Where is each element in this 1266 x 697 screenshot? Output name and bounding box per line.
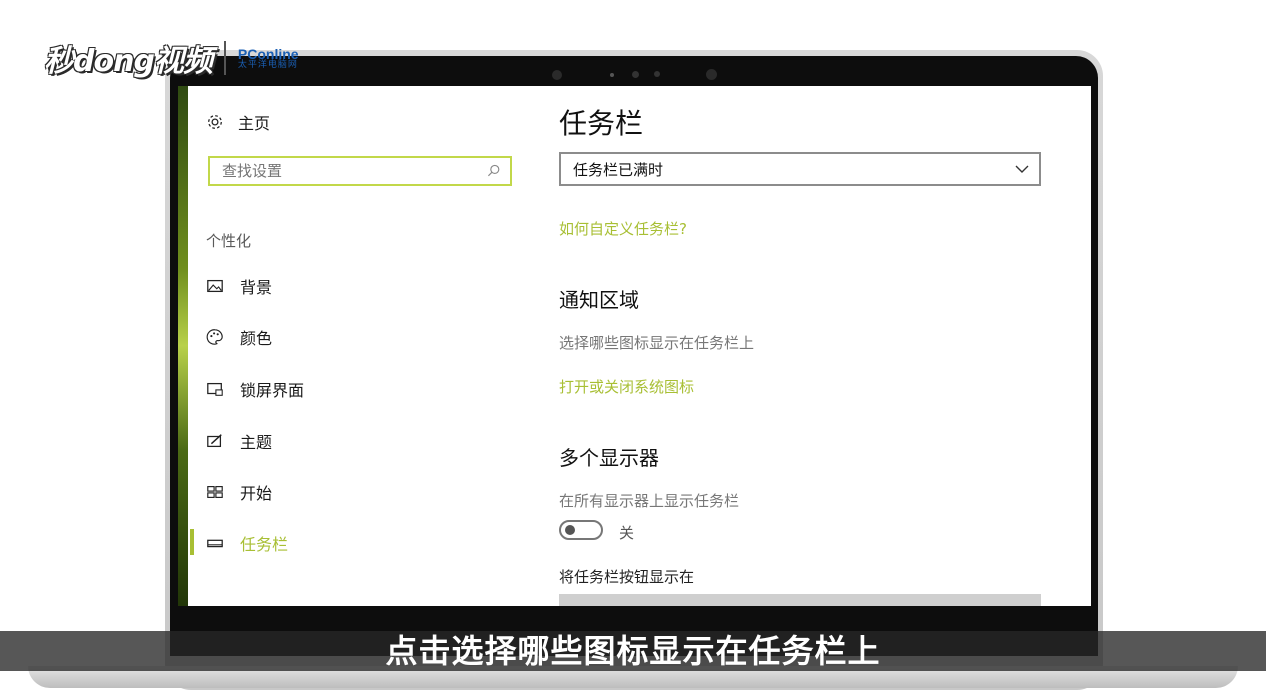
watermark-divider: [223, 41, 226, 75]
sidebar-item-themes[interactable]: 主题: [206, 429, 272, 453]
settings-window: 主页 个性化 背景 颜色: [178, 86, 1091, 606]
taskbar-settings-content: 任务栏 任务栏已满时 如何自定义任务栏? 通知区域 选择哪些图标显示在任务栏上 …: [559, 86, 1079, 606]
partner-logo: PConline 太平洋电脑网: [238, 47, 299, 70]
sidebar-item-label: 背景: [240, 278, 273, 297]
sidebar-item-colors[interactable]: 颜色: [206, 325, 272, 349]
sidebar-item-background[interactable]: 背景: [206, 274, 272, 298]
page-title: 任务栏: [559, 107, 644, 140]
sidebar-item-lock-screen[interactable]: 锁屏界面: [206, 377, 304, 401]
picture-icon: [207, 279, 223, 293]
show-buttons-on-dropdown[interactable]: [559, 594, 1041, 606]
sensor-dot-small-2: [654, 71, 660, 77]
combine-buttons-dropdown[interactable]: 任务栏已满时: [559, 152, 1041, 186]
search-icon[interactable]: [486, 163, 502, 179]
chevron-down-icon: [1015, 165, 1029, 173]
video-subtitle: 点击选择哪些图标显示在任务栏上: [385, 632, 881, 670]
settings-nav-panel: 主页 个性化 背景 颜色: [188, 86, 538, 606]
dropdown-selected-value: 任务栏已满时: [573, 160, 664, 179]
sidebar-item-label: 锁屏界面: [240, 381, 305, 400]
system-icons-link[interactable]: 打开或关闭系统图标: [559, 376, 694, 397]
show-taskbar-all-displays-toggle[interactable]: [559, 520, 603, 540]
sidebar-item-label: 开始: [240, 484, 273, 503]
sidebar-item-start[interactable]: 开始: [206, 480, 272, 504]
select-taskbar-icons-link[interactable]: 选择哪些图标显示在任务栏上: [559, 332, 754, 353]
start-icon: [207, 486, 223, 498]
theme-icon: [207, 434, 222, 448]
partner-logo-subtitle: 太平洋电脑网: [237, 59, 298, 70]
show-taskbar-all-displays-label: 在所有显示器上显示任务栏: [559, 492, 740, 510]
active-indicator: [190, 529, 194, 555]
search-input[interactable]: [220, 161, 464, 181]
partner-logo-name: PConline: [237, 45, 299, 62]
nav-home-item[interactable]: 主页: [206, 110, 270, 134]
sensor-dot-left: [552, 70, 562, 80]
customize-taskbar-link[interactable]: 如何自定义任务栏?: [559, 218, 687, 239]
sidebar-item-taskbar[interactable]: 任务栏: [206, 531, 288, 555]
lock-screen-icon: [207, 382, 223, 396]
toggle-knob: [565, 525, 575, 535]
taskbar-icon: [207, 539, 223, 548]
desktop-wallpaper-edge: [178, 86, 188, 606]
settings-search-box[interactable]: [208, 156, 512, 186]
toggle-state-label: 关: [619, 524, 635, 542]
sidebar-item-label: 颜色: [240, 329, 273, 348]
notification-area-heading: 通知区域: [559, 288, 639, 312]
multiple-displays-heading: 多个显示器: [559, 446, 659, 470]
palette-icon: [206, 329, 223, 345]
nav-home-label: 主页: [238, 114, 271, 133]
brand-logo-text: 秒dong视频: [44, 44, 213, 79]
webcam-icon: [632, 71, 639, 78]
sensor-dot-small-1: [610, 73, 614, 77]
sensor-dot-right: [706, 69, 717, 80]
gear-icon: [208, 115, 222, 129]
video-watermark: 秒dong视频 PConline 太平洋电脑网: [44, 36, 299, 80]
sidebar-item-label: 主题: [240, 433, 273, 452]
personalization-section-label: 个性化: [206, 232, 252, 250]
show-buttons-on-label: 将任务栏按钮显示在: [559, 568, 695, 586]
sidebar-item-label: 任务栏: [240, 535, 289, 554]
